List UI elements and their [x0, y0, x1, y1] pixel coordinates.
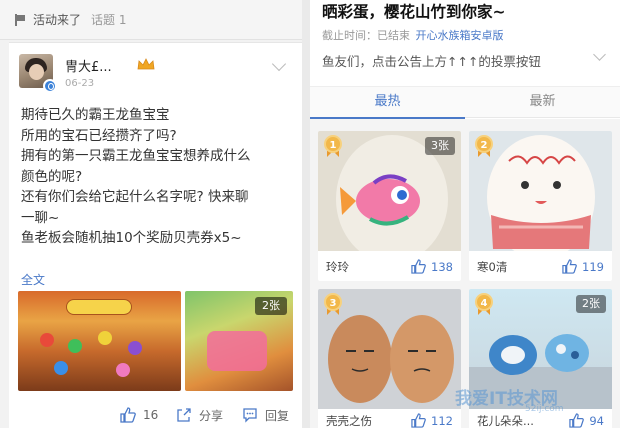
post-line: 所用的宝石已经攒齐了吗?	[21, 127, 177, 144]
post-line: 还有你们会给它起什么名字呢? 快来聊	[21, 189, 249, 205]
rank-medal: 2	[473, 135, 495, 165]
rank-medal: 4	[473, 293, 495, 323]
event-title: 晒彩蛋，樱花山竹到你家~	[322, 3, 506, 21]
post-actions: 16 分享 回复	[9, 403, 302, 427]
event-panel: 晒彩蛋，樱花山竹到你家~ 截止时间：已结束 开心水族箱安卓版 鱼友们，点击公告上…	[310, 0, 620, 428]
rank-medal: 1	[322, 135, 344, 165]
post-username[interactable]: 冑大£...	[65, 56, 112, 75]
watermark-sub: 52ij.com	[525, 404, 564, 414]
topic-header-title: 活动来了	[33, 13, 82, 27]
verified-badge-icon	[43, 79, 57, 93]
topic-post-panel: 活动来了 话题 1 冑大£... 06-23 期待已久的霸王龙鱼宝宝 所用的宝石…	[0, 0, 302, 428]
entry-like[interactable]: 119	[562, 259, 604, 274]
tab-hot[interactable]: 最热	[310, 87, 465, 119]
thumbs-up-icon	[562, 259, 577, 274]
entry-name: 寒0清	[477, 260, 508, 274]
app-link[interactable]: 开心水族箱安卓版	[416, 29, 504, 42]
entry-name: 花儿朵朵...	[477, 414, 534, 428]
chevron-down-icon[interactable]	[271, 56, 287, 72]
post-line: 鱼老板会随机抽10个奖励贝壳券x5~	[21, 230, 242, 246]
crown-icon	[137, 58, 155, 70]
thumbs-up-icon	[411, 413, 426, 428]
entry-like-count: 138	[431, 259, 453, 274]
image-count-tag: 2张	[255, 297, 287, 315]
entry-name: 壳壳之伤	[326, 414, 372, 428]
topic-header[interactable]: 活动来了 话题 1	[0, 0, 302, 40]
entry-like-count: 112	[431, 413, 453, 428]
event-meta: 截止时间：已结束 开心水族箱安卓版	[322, 27, 504, 43]
entry-card[interactable]: 2 寒0清 119	[469, 131, 612, 281]
sort-tabs: 最热 最新	[310, 86, 620, 119]
entry-card[interactable]: 1 3张 玲玲 138	[318, 131, 461, 281]
share-icon	[177, 408, 191, 422]
post-image-1[interactable]	[18, 291, 181, 391]
rank-number: 3	[324, 293, 342, 311]
thumbs-up-icon	[569, 413, 585, 428]
share-label: 分享	[199, 408, 224, 423]
entry-like-count: 119	[582, 259, 604, 274]
reply-label: 回复	[265, 408, 290, 423]
entry-name: 玲玲	[326, 260, 349, 274]
topic-count: 话题 1	[91, 13, 127, 27]
entry-image: 2	[469, 131, 612, 251]
full-text-link[interactable]: 全文	[21, 271, 45, 288]
deadline-label: 截止时间：已结束	[322, 29, 410, 42]
entry-image: 1 3张	[318, 131, 461, 251]
comment-icon	[243, 408, 257, 423]
post-card: 冑大£... 06-23 期待已久的霸王龙鱼宝宝 所用的宝石已经攒齐了吗? 拥有…	[9, 42, 302, 428]
chevron-down-icon[interactable]	[593, 48, 606, 61]
thumbs-up-icon	[411, 259, 426, 274]
panel-divider	[302, 0, 310, 428]
post-line: 拥有的第一只霸王龙鱼宝宝想养成什么	[21, 148, 251, 164]
entry-like-count: 94	[589, 413, 604, 428]
entry-image: 3	[318, 289, 461, 409]
event-notice: 鱼友们，点击公告上方↑↑↑的投票按钮	[322, 54, 541, 69]
post-line: 颜色的呢?	[21, 168, 83, 185]
like-button[interactable]: 16	[120, 403, 158, 427]
share-button[interactable]: 分享	[176, 403, 223, 427]
entry-like[interactable]: 94	[569, 413, 604, 428]
post-line: 一聊~	[21, 209, 60, 226]
flag-icon	[14, 13, 25, 26]
entry-card[interactable]: 3 壳壳之伤 112	[318, 289, 461, 428]
rank-medal: 3	[322, 293, 344, 323]
like-count: 16	[143, 408, 159, 422]
post-line: 期待已久的霸王龙鱼宝宝	[21, 107, 170, 123]
rank-number: 4	[475, 293, 493, 311]
thumbs-up-icon	[120, 407, 136, 423]
tab-newest[interactable]: 最新	[465, 87, 620, 119]
rank-number: 1	[324, 135, 342, 153]
entry-like[interactable]: 138	[411, 259, 453, 274]
entry-grid: 1 3张 玲玲 138 2 寒0清 119 3 壳壳之伤 112 4 2张 花儿…	[310, 119, 620, 428]
reply-button[interactable]: 回复	[242, 403, 289, 427]
image-count-tag: 3张	[425, 137, 455, 155]
post-body: 期待已久的霸王龙鱼宝宝 所用的宝石已经攒齐了吗? 拥有的第一只霸王龙鱼宝宝想养成…	[21, 105, 299, 249]
rank-number: 2	[475, 135, 493, 153]
post-date: 06-23	[65, 78, 95, 89]
image-count-tag: 2张	[576, 295, 606, 313]
entry-like[interactable]: 112	[411, 413, 453, 428]
post-image-2[interactable]: 2张	[185, 291, 293, 391]
